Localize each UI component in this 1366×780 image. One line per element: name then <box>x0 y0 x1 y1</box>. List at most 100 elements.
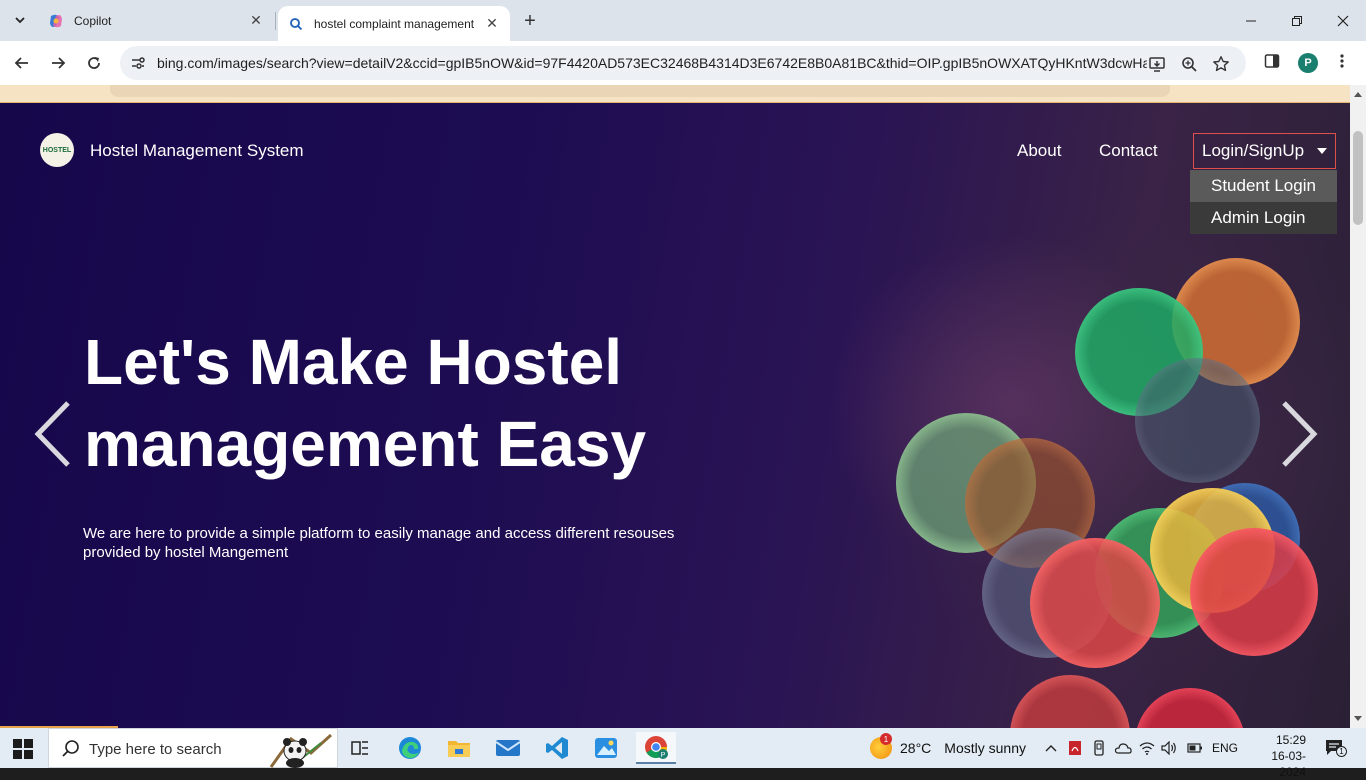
caret-down-icon <box>1317 148 1327 154</box>
mail-icon <box>495 740 521 756</box>
reload-button[interactable] <box>80 49 108 77</box>
taskbar-weather[interactable]: 1 28°C Mostly sunny <box>870 733 1026 760</box>
profile-avatar[interactable]: P <box>1298 53 1318 73</box>
hero-headline-line: Let's Make Hostel <box>84 326 623 398</box>
nav-link-about[interactable]: About <box>1017 141 1061 161</box>
brand-logo[interactable]: HOSTEL <box>40 133 74 167</box>
dropdown-item-admin-login[interactable]: Admin Login <box>1190 202 1337 234</box>
side-panel-icon[interactable] <box>1260 49 1284 73</box>
bokeh-decoration <box>1010 675 1130 728</box>
minimize-button[interactable] <box>1228 0 1274 41</box>
close-icon[interactable]: ✕ <box>484 15 500 32</box>
carousel-prev-icon[interactable] <box>30 399 74 469</box>
taskbar-mail[interactable] <box>488 732 528 764</box>
notifications-button[interactable]: 1 <box>1325 739 1347 757</box>
brand-name[interactable]: Hostel Management System <box>90 141 304 161</box>
sun-icon: 1 <box>870 733 892 759</box>
bokeh-decoration <box>1190 528 1318 656</box>
restore-button[interactable] <box>1274 0 1320 41</box>
taskbar-search-placeholder: Type here to search <box>89 741 222 758</box>
search-icon <box>288 16 304 32</box>
windows-start-icon[interactable] <box>12 738 34 760</box>
site-info-icon[interactable] <box>128 53 148 73</box>
battery-icon[interactable] <box>1186 739 1204 757</box>
taskbar-task-view[interactable] <box>340 732 380 764</box>
reload-icon <box>88 57 100 69</box>
bokeh-decoration <box>1135 358 1260 483</box>
forward-button[interactable] <box>44 49 72 77</box>
zoom-icon[interactable] <box>1178 53 1200 75</box>
scroll-down-icon[interactable] <box>1354 716 1362 721</box>
bokeh-decoration <box>1135 688 1245 728</box>
search-icon <box>62 740 79 757</box>
arrow-left-icon <box>14 57 28 69</box>
vscode-icon <box>546 737 568 759</box>
taskbar-file-explorer[interactable] <box>439 732 479 764</box>
device-icon[interactable] <box>1090 739 1108 757</box>
photos-icon <box>595 738 617 758</box>
scroll-up-icon[interactable] <box>1354 92 1362 97</box>
back-button[interactable] <box>8 49 36 77</box>
edge-browser-icon <box>399 737 421 759</box>
language-indicator[interactable]: ENG <box>1212 741 1238 755</box>
task-view-icon <box>351 741 368 755</box>
pdf-reader-icon[interactable] <box>1066 739 1084 757</box>
embedded-address-bar <box>110 85 1170 97</box>
tab-copilot[interactable]: Copilot ✕ <box>40 6 272 35</box>
chrome-icon: P <box>645 736 668 759</box>
restore-icon <box>1292 15 1302 26</box>
hero-subtext-line: provided by hostel Mangement <box>83 544 289 561</box>
hero-subtext: We are here to provide a simple platform… <box>83 524 723 562</box>
hero-headline-line: management Easy <box>84 408 647 480</box>
minimize-icon <box>1246 20 1256 21</box>
tab-search-button[interactable] <box>8 8 32 32</box>
close-icon <box>1337 15 1349 26</box>
page-viewport: HOSTEL Hostel Management System About Co… <box>0 85 1350 728</box>
svg-text:P: P <box>661 752 666 759</box>
menu-kebab-icon[interactable] <box>1330 49 1354 73</box>
panda-illustration-icon <box>269 733 333 768</box>
onedrive-cloud-icon[interactable] <box>1114 739 1132 757</box>
browser-toolbar: bing.com/images/search?view=detailV2&cci… <box>0 41 1366 85</box>
tab-title: hostel complaint management <box>314 16 475 31</box>
windows-taskbar: Type here to search P 1 28°C Mostly sunn… <box>0 728 1366 779</box>
taskbar-search-input[interactable]: Type here to search <box>48 728 338 768</box>
wifi-icon[interactable] <box>1138 739 1156 757</box>
tab-hostel-complaint[interactable]: hostel complaint management ✕ <box>278 6 510 41</box>
arrow-right-icon <box>52 57 66 69</box>
close-window-button[interactable] <box>1320 0 1366 41</box>
weather-alert-badge: 1 <box>880 733 892 745</box>
install-app-icon[interactable] <box>1146 53 1168 75</box>
carousel-next-icon[interactable] <box>1278 399 1322 469</box>
close-icon[interactable]: ✕ <box>248 12 264 29</box>
bokeh-decoration <box>1030 538 1160 668</box>
taskbar-vscode[interactable] <box>537 732 577 764</box>
hero-headline: Let's Make Hostel management Easy <box>84 321 784 485</box>
weather-temp: 28°C <box>900 740 932 756</box>
embedded-screenshot-chrome <box>0 85 1350 103</box>
clock-date: 16-03-2024 <box>1271 749 1306 779</box>
hero-section: HOSTEL Hostel Management System About Co… <box>0 103 1350 728</box>
nav-link-contact[interactable]: Contact <box>1099 141 1158 161</box>
address-bar[interactable]: bing.com/images/search?view=detailV2&cci… <box>120 46 1246 80</box>
chevron-down-icon <box>15 17 25 24</box>
new-tab-button[interactable]: + <box>518 9 542 33</box>
dropdown-item-student-login[interactable]: Student Login <box>1190 170 1337 202</box>
volume-icon[interactable] <box>1160 739 1178 757</box>
taskbar-clock[interactable]: 15:29 16-03-2024 <box>1250 732 1306 780</box>
notification-count: 1 <box>1336 746 1347 757</box>
taskbar-edge[interactable] <box>390 732 430 764</box>
login-signup-label: Login/SignUp <box>1202 141 1305 160</box>
copilot-icon <box>48 13 64 29</box>
tab-title: Copilot <box>74 13 112 28</box>
url-text: bing.com/images/search?view=detailV2&cci… <box>157 55 1147 71</box>
bookmark-star-icon[interactable] <box>1210 53 1232 75</box>
scrollbar-thumb[interactable] <box>1353 131 1363 225</box>
login-signup-dropdown-button[interactable]: Login/SignUp <box>1193 133 1336 169</box>
taskbar-chrome[interactable]: P <box>636 732 676 764</box>
clock-time: 15:29 <box>1275 733 1306 747</box>
taskbar-photos[interactable] <box>586 732 626 764</box>
chevron-up-icon[interactable] <box>1042 739 1060 757</box>
page-scrollbar[interactable] <box>1350 85 1366 728</box>
weather-description: Mostly sunny <box>944 740 1026 756</box>
